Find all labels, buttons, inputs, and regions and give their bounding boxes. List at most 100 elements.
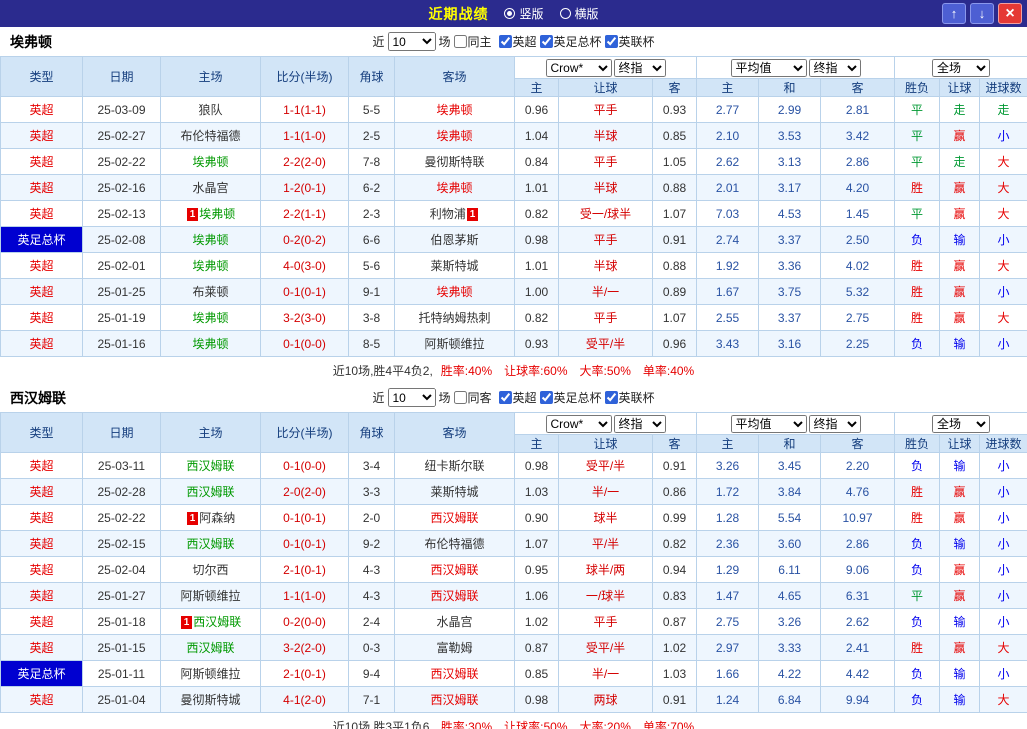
col-header-away: 客场 [394, 56, 515, 97]
team-name-text: 西汉姆联 [430, 667, 479, 681]
section-header: 埃弗顿 近 10 场 同主 英超 英足总杯 英联杯 [0, 27, 1027, 56]
match-row: 英足总杯 25-01-11 阿斯顿维拉 2-1(0-1) 9-4 西汉姆联 0.85 半/一 1… [0, 660, 1027, 687]
team-name-text: 埃弗顿 [199, 207, 236, 221]
league-filter[interactable]: 英超 [498, 33, 537, 50]
match-row: 英超 25-01-27 阿斯顿维拉 1-1(1-0) 4-3 西汉姆联 1.06 一/球半 0.… [0, 582, 1027, 609]
col-header-score: 比分(半场) [260, 56, 349, 97]
scope-select[interactable]: 全场 [932, 414, 991, 433]
scope-select-cell: 全场 [894, 412, 1027, 435]
away-odds-cell: 1.05 [652, 148, 697, 175]
league-checkbox[interactable] [604, 391, 618, 404]
avg-away-cell: 2.86 [819, 148, 896, 175]
date-cell: 25-01-27 [82, 582, 161, 609]
away-odds-cell: 0.85 [652, 122, 697, 149]
home-team-cell: 西汉姆联 [160, 634, 261, 661]
league-filter[interactable]: 英足总杯 [539, 389, 602, 406]
summary-row: 近10场,胜3平1负6, 胜率:30% 让球率:50% 大率:20% 单率:70% [0, 713, 1027, 729]
col-header-goals-result: 进球数 [979, 78, 1027, 97]
league-cell: 英超 [0, 608, 83, 635]
col-header-odds-handicap: 让球 [558, 78, 653, 97]
scroll-down-button[interactable]: ↓ [970, 3, 994, 24]
date-cell: 25-01-15 [82, 634, 161, 661]
same-venue-filter[interactable]: 同客 [453, 389, 492, 406]
score-cell: 0-1(0-1) [260, 504, 349, 531]
scope-select-cell: 全场 [894, 56, 1027, 79]
league-cell: 英超 [0, 200, 83, 227]
home-team-cell: 西汉姆联 [160, 530, 261, 557]
average-select[interactable]: 平均值 [730, 58, 807, 77]
col-header-away: 客场 [394, 412, 515, 453]
team-section: 西汉姆联 近 10 场 同客 英超 英足总杯 英联杯 类型 日期 主场 比分(半… [0, 383, 1027, 729]
odds-company-select[interactable]: Crow* [545, 58, 612, 77]
odds-stage-select[interactable]: 终指 [613, 58, 666, 77]
team-name-text: 西汉姆联 [430, 693, 479, 707]
date-cell: 25-02-01 [82, 252, 161, 279]
result-cell: 胜 [894, 252, 941, 279]
summary-stat: 单率:70% [642, 719, 695, 729]
league-cell: 英超 [0, 452, 83, 479]
league-checkbox[interactable] [539, 35, 553, 48]
away-odds-cell: 0.86 [652, 478, 697, 505]
league-checkbox[interactable] [604, 35, 618, 48]
avg-home-cell: 3.26 [696, 452, 759, 479]
away-team-cell: 利物浦 1 [394, 200, 515, 227]
league-filter[interactable]: 英联杯 [604, 389, 655, 406]
match-row: 英超 25-01-16 埃弗顿 0-1(0-0) 8-5 阿斯顿维拉 0.93 受平/半 0.9… [0, 330, 1027, 357]
league-checkbox[interactable] [539, 391, 553, 404]
scope-select[interactable]: 全场 [932, 58, 991, 77]
goals-result-cell: 小 [979, 122, 1027, 149]
score-cell: 4-1(2-0) [260, 686, 349, 713]
titlebar-center: 近期战绩 竖版 横版 [428, 4, 598, 24]
match-count-select[interactable]: 10 [387, 388, 436, 407]
away-team-cell: 埃弗顿 [394, 96, 515, 123]
avg-home-cell: 2.74 [696, 226, 759, 253]
team-name-text: 西汉姆联 [186, 459, 235, 473]
away-odds-cell: 0.91 [652, 452, 697, 479]
avg-home-cell: 1.72 [696, 478, 759, 505]
league-cell: 英超 [0, 122, 83, 149]
avg-away-cell: 2.25 [819, 330, 896, 357]
goals-result-cell: 大 [979, 634, 1027, 661]
col-header-home: 主场 [160, 412, 261, 453]
match-count-select[interactable]: 10 [387, 32, 436, 51]
average-stage-select[interactable]: 终指 [808, 58, 861, 77]
handicap-cell: 受平/半 [558, 452, 653, 479]
league-filter[interactable]: 英足总杯 [539, 33, 602, 50]
league-cell: 英足总杯 [0, 226, 83, 253]
away-odds-cell: 0.83 [652, 582, 697, 609]
odds-company-select[interactable]: Crow* [545, 414, 612, 433]
layout-vertical-label: 竖版 [519, 7, 544, 21]
home-team-cell: 埃弗顿 [160, 148, 261, 175]
away-odds-cell: 0.93 [652, 96, 697, 123]
average-select[interactable]: 平均值 [730, 414, 807, 433]
corner-cell: 0-3 [348, 634, 395, 661]
result-cell: 胜 [894, 304, 941, 331]
close-button[interactable]: × [998, 3, 1022, 24]
league-checkbox[interactable] [498, 35, 512, 48]
avg-home-cell: 1.28 [696, 504, 759, 531]
league-filter[interactable]: 英联杯 [604, 33, 655, 50]
col-header-corner: 角球 [348, 412, 395, 453]
avg-away-cell: 9.06 [819, 556, 896, 583]
col-header-odds-away: 客 [652, 434, 697, 453]
odds-stage-select[interactable]: 终指 [613, 414, 666, 433]
average-stage-select[interactable]: 终指 [808, 414, 861, 433]
home-team-cell: 1 西汉姆联 [160, 608, 261, 635]
score-cell: 1-2(0-1) [260, 174, 349, 201]
layout-horizontal-label: 横版 [574, 7, 599, 21]
scroll-up-button[interactable]: ↑ [942, 3, 966, 24]
away-team-cell: 阿斯顿维拉 [394, 330, 515, 357]
same-venue-filter[interactable]: 同主 [453, 33, 492, 50]
avg-home-cell: 1.67 [696, 278, 759, 305]
away-odds-cell: 1.03 [652, 660, 697, 687]
layout-option-vertical[interactable]: 竖版 [504, 5, 544, 22]
layout-option-horizontal[interactable]: 横版 [559, 5, 599, 22]
avg-away-cell: 4.42 [819, 660, 896, 687]
same-venue-checkbox[interactable] [453, 391, 467, 404]
away-odds-cell: 0.89 [652, 278, 697, 305]
league-checkbox[interactable] [498, 391, 512, 404]
handicap-result-cell: 赢 [939, 252, 981, 279]
same-venue-checkbox[interactable] [453, 35, 467, 48]
league-filter[interactable]: 英超 [498, 389, 537, 406]
handicap-result-cell: 输 [939, 330, 981, 357]
